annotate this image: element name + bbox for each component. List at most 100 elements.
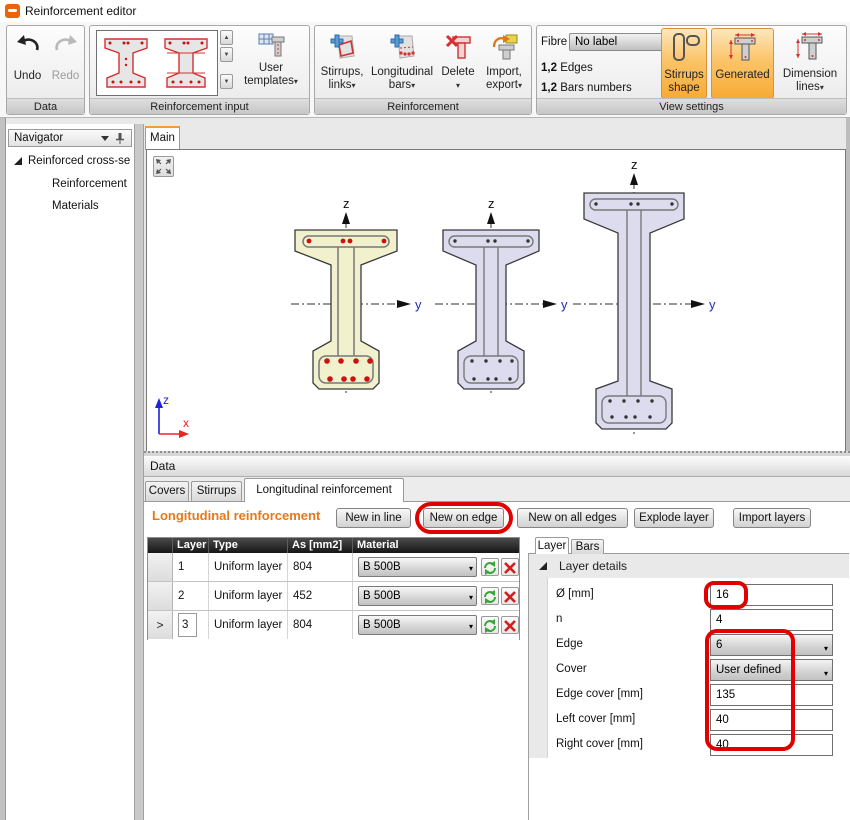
refresh-icon xyxy=(482,589,498,605)
generated-toggle[interactable]: Generated xyxy=(711,28,774,99)
ribbon-group-data: Undo Redo Data xyxy=(6,25,85,115)
right-cover-input[interactable] xyxy=(710,734,833,756)
combo-arrow-icon: ▾ xyxy=(469,560,473,578)
longitudinal-bars-button[interactable]: Longitudinal bars▾ xyxy=(369,30,435,98)
refresh-material-button[interactable] xyxy=(481,616,499,634)
edge-select[interactable]: 6 ▾ xyxy=(710,634,833,656)
layer-details-group-header[interactable]: Layer details xyxy=(529,554,849,578)
tab-covers[interactable]: Covers xyxy=(145,481,189,501)
delete-button[interactable]: Delete ▾ xyxy=(437,30,479,98)
column-header-type[interactable]: Type xyxy=(209,538,288,553)
undo-icon xyxy=(15,33,41,55)
svg-text:z: z xyxy=(631,157,638,172)
edge-cover-input[interactable] xyxy=(710,684,833,706)
field-edge-cover: Edge cover [mm] xyxy=(548,684,848,706)
row-selector[interactable] xyxy=(148,553,173,581)
refresh-material-button[interactable] xyxy=(481,558,499,576)
details-gutter xyxy=(528,578,548,758)
import-export-button[interactable]: Import, export▾ xyxy=(479,30,529,98)
tab-longitudinal-reinforcement[interactable]: Longitudinal reinforcement xyxy=(244,478,404,502)
combo-arrow-icon: ▾ xyxy=(469,589,473,607)
vertical-splitter[interactable] xyxy=(134,124,144,820)
tab-stirrups[interactable]: Stirrups xyxy=(191,481,242,501)
title-bar: Reinforcement editor xyxy=(0,0,850,22)
group-expander-icon[interactable] xyxy=(539,562,547,570)
stirrups-shape-toggle[interactable]: Stirrups shape xyxy=(661,28,707,99)
material-select[interactable]: B 500B ▾ xyxy=(358,615,477,635)
field-cover: Cover User defined ▾ xyxy=(548,659,848,681)
ribbon-group-view-settings: Fibre No label ▾ 1,2 Edges 1,2 Bars numb… xyxy=(536,25,847,115)
delete-layer-button[interactable] xyxy=(501,616,519,634)
data-panel-header: Data xyxy=(144,456,850,477)
table-row[interactable]: 1 Uniform layer 804 B 500B ▾ xyxy=(148,553,519,582)
new-on-edge-button[interactable]: New on edge xyxy=(423,508,504,528)
delete-layer-button[interactable] xyxy=(501,558,519,576)
tree-expander-icon[interactable] xyxy=(14,157,22,165)
delete-x-icon xyxy=(502,560,518,576)
table-row[interactable]: 2 Uniform layer 452 B 500B ▾ xyxy=(148,582,519,611)
dropdown-arrow-icon: ▾ xyxy=(518,81,522,90)
cross-section-3: z y xyxy=(573,157,716,437)
edges-toggle[interactable]: 1,2 Edges xyxy=(541,62,593,74)
column-header-as[interactable]: As [mm2] xyxy=(288,538,353,553)
column-header-selector xyxy=(148,538,173,553)
dimension-lines-button[interactable]: Dimension lines▾ xyxy=(779,28,841,99)
delete-layer-button[interactable] xyxy=(501,587,519,605)
redo-button[interactable]: Redo xyxy=(47,30,84,98)
new-on-all-edges-button[interactable]: New on all edges xyxy=(517,508,628,528)
field-n: n xyxy=(548,609,848,631)
cover-select[interactable]: User defined ▾ xyxy=(710,659,833,681)
import-export-icon xyxy=(491,33,518,60)
layer-cell-editing[interactable]: 3 xyxy=(178,613,197,637)
tab-main[interactable]: Main xyxy=(145,126,180,150)
drawing-canvas[interactable]: z y z y xyxy=(146,149,846,452)
material-select[interactable]: B 500B ▾ xyxy=(358,557,477,577)
delete-icon xyxy=(445,33,472,60)
field-right-cover: Right cover [mm] xyxy=(548,734,848,756)
column-header-material[interactable]: Material xyxy=(353,538,519,553)
group-label-reinforcement: Reinforcement xyxy=(315,98,531,114)
navigator-pin-icon[interactable] xyxy=(116,133,124,144)
template-listbox[interactable] xyxy=(96,30,218,96)
tree-item-materials[interactable]: Materials xyxy=(52,200,99,212)
dropdown-arrow-icon: ▾ xyxy=(820,83,824,92)
explode-layer-button[interactable]: Explode layer xyxy=(634,508,714,528)
navigator-dropdown-icon[interactable] xyxy=(101,136,109,142)
import-layers-button[interactable]: Import layers xyxy=(733,508,811,528)
new-in-line-button[interactable]: New in line xyxy=(336,508,411,528)
stirrups-shape-icon xyxy=(667,32,701,62)
stirrups-links-button[interactable]: Stirrups, links▾ xyxy=(317,30,367,98)
column-header-layer[interactable]: Layer xyxy=(173,538,209,553)
n-input[interactable] xyxy=(710,609,833,631)
longitudinal-reinforcement-heading: Longitudinal reinforcement xyxy=(152,508,320,523)
row-selector-current[interactable]: > xyxy=(148,611,173,639)
cross-sections-drawing: z y z y xyxy=(147,150,845,451)
template-scroll-up-button[interactable]: ▲ xyxy=(220,30,233,45)
redo-icon xyxy=(53,33,79,55)
tab-bars[interactable]: Bars xyxy=(571,539,604,554)
svg-text:z: z xyxy=(488,196,495,211)
ribbon-group-reinforcement-input: ▲ ▼ ▼ User templates▾ Reinforcement inpu… xyxy=(89,25,310,115)
template-more-button[interactable]: ▼ xyxy=(220,74,233,89)
tab-layer[interactable]: Layer xyxy=(535,537,569,554)
user-templates-button[interactable]: User templates▾ xyxy=(238,30,304,98)
material-select[interactable]: B 500B ▾ xyxy=(358,586,477,606)
cross-section-1: z y xyxy=(291,196,422,396)
template-scroll-down-button[interactable]: ▼ xyxy=(220,47,233,62)
refresh-icon xyxy=(482,618,498,634)
bars-numbers-toggle[interactable]: 1,2 Bars numbers xyxy=(541,82,632,94)
row-selector[interactable] xyxy=(148,582,173,610)
refresh-material-button[interactable] xyxy=(481,587,499,605)
template-thumbnails-icon xyxy=(97,31,217,95)
navigator-header[interactable]: Navigator xyxy=(8,129,132,147)
app-logo-icon xyxy=(5,4,20,18)
svg-text:y: y xyxy=(709,297,716,312)
tree-item-reinforced-cross-section[interactable]: Reinforced cross-se xyxy=(28,155,134,167)
field-diameter: Ø [mm] xyxy=(548,584,848,606)
diameter-input[interactable] xyxy=(710,584,833,606)
undo-button[interactable]: Undo xyxy=(9,30,46,98)
tree-item-reinforcement[interactable]: Reinforcement xyxy=(52,178,127,190)
combo-arrow-icon: ▾ xyxy=(824,664,828,684)
left-cover-input[interactable] xyxy=(710,709,833,731)
table-row-current[interactable]: > 3 Uniform layer 804 B 500B ▾ xyxy=(148,611,519,640)
